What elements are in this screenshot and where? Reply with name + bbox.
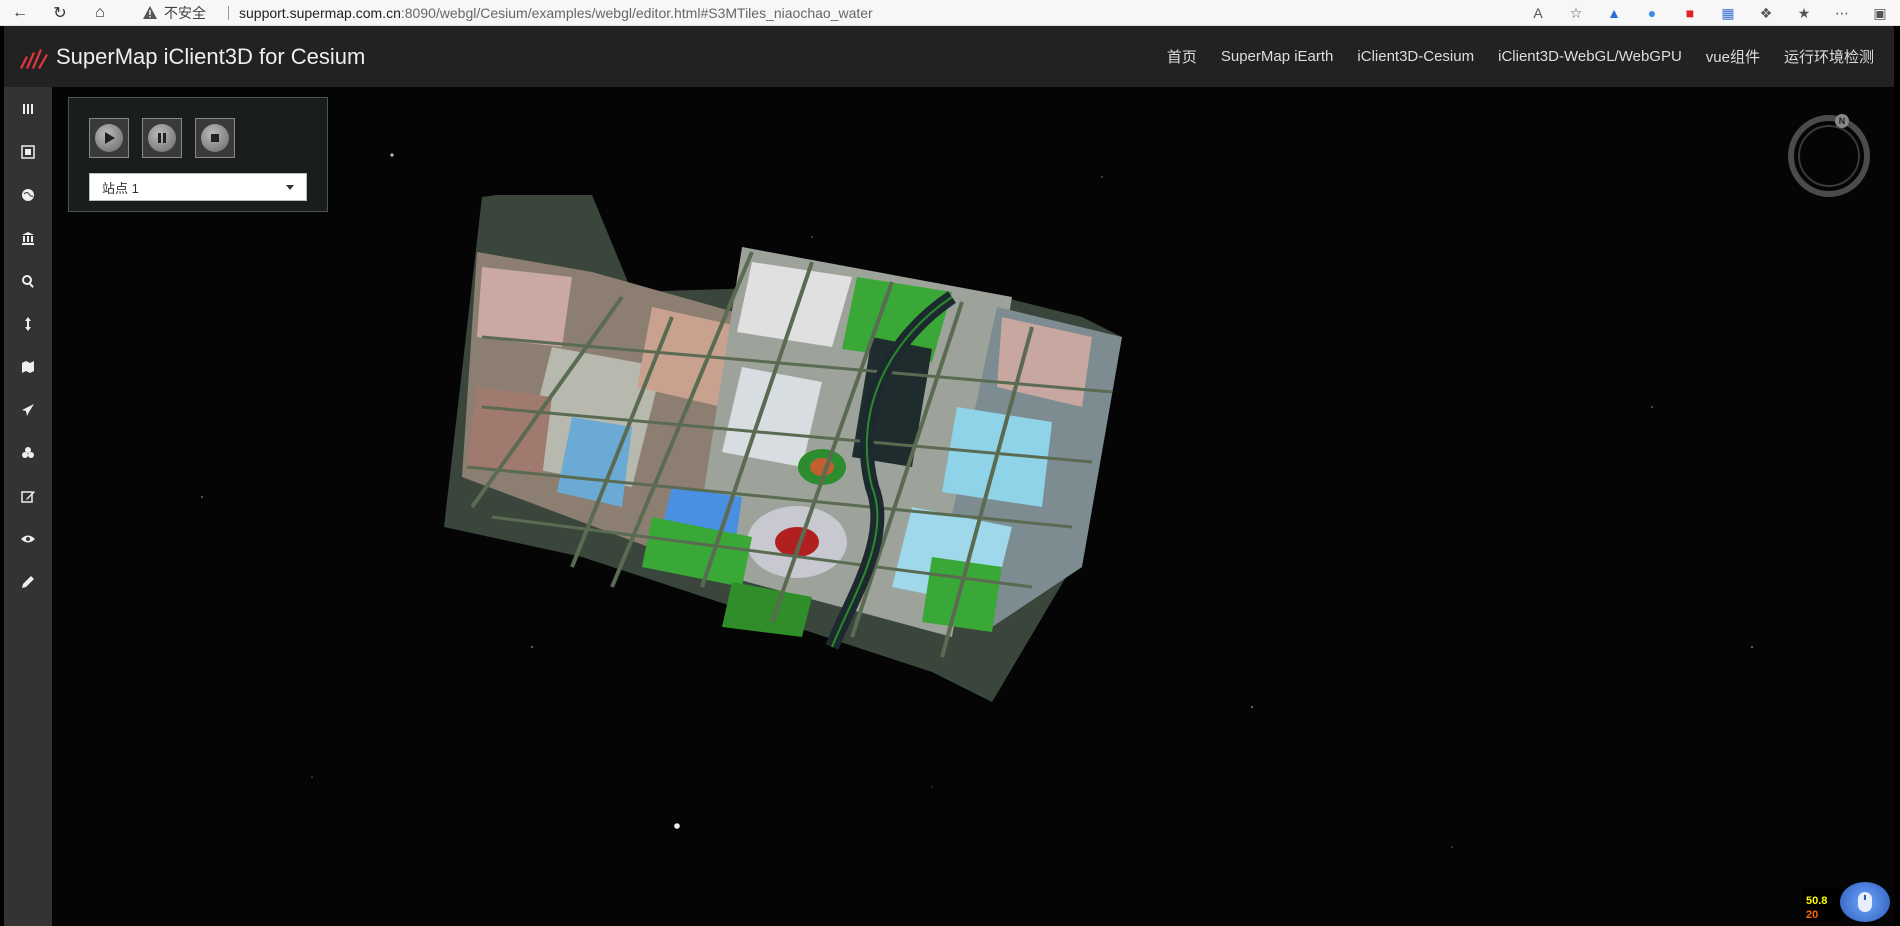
sidebar-toggle-icon[interactable]: ▣ [1870,3,1890,23]
sidebar [4,87,52,926]
compass-widget[interactable]: N [1786,113,1872,199]
nav-iclient3d-webgl[interactable]: iClient3D-WebGL/WebGPU [1498,48,1682,65]
url-host: support.supermap.com.cn [239,5,401,21]
mouse-icon [1858,892,1872,912]
mouse-hint-icon[interactable] [1840,882,1890,922]
security-warning[interactable]: 不安全 [142,3,206,23]
fps-counter: 50.8 20 [1802,888,1842,922]
city-3d-model [444,195,1122,702]
nav-vue-components[interactable]: vue组件 [1706,46,1760,67]
starfield-background [201,153,1753,848]
stop-icon [211,134,219,142]
extension-icon[interactable]: ● [1642,3,1662,23]
nav-home[interactable]: 首页 [1167,46,1197,67]
analysis-icon [22,446,34,458]
nav-env-check[interactable]: 运行环境检测 [1784,46,1874,67]
sidebar-item-edit[interactable] [4,474,52,517]
extension-icon[interactable]: ▲ [1604,3,1624,23]
extensions-puzzle-icon[interactable]: ❖ [1756,3,1776,23]
home-icon[interactable]: ⌂ [80,0,120,26]
favorites-icon[interactable]: ★ [1794,3,1814,23]
fly-icon [22,403,34,416]
scene-control-panel: 站点 1 [68,97,328,212]
play-button[interactable] [89,118,129,158]
pause-icon [158,133,166,143]
sidebar-item-layers[interactable] [4,130,52,173]
sidebar-item-menu[interactable] [4,87,52,130]
security-label: 不安全 [164,5,206,21]
read-aloud-icon[interactable]: A [1528,3,1548,23]
more-icon[interactable]: ⋯ [1832,3,1852,23]
warning-icon [143,6,157,19]
stop-button[interactable] [195,118,235,158]
logo[interactable]: SuperMap iClient3D for Cesium [18,44,365,70]
chevron-down-icon [286,185,294,190]
map-icon [22,360,34,373]
sidebar-item-globe[interactable] [4,173,52,216]
pause-button[interactable] [142,118,182,158]
sidebar-item-map[interactable] [4,345,52,388]
sidebar-item-draw[interactable] [4,560,52,603]
qr-code-icon[interactable]: ▦ [1718,3,1738,23]
back-icon[interactable]: ← [0,0,40,26]
sidebar-item-fly[interactable] [4,388,52,431]
sidebar-item-building[interactable] [4,216,52,259]
fps-value: 50.8 [1806,895,1828,907]
address-bar[interactable]: 不安全 support.supermap.com.cn:8090/webgl/C… [142,0,1542,26]
supermap-logo-icon [20,48,48,69]
svg-text:N: N [1839,116,1846,126]
page-title: SuperMap iClient3D for Cesium [56,43,366,69]
extension-icon[interactable]: ■ [1680,3,1700,23]
favorite-star-icon[interactable]: ☆ [1566,3,1586,23]
measure-icon [25,316,31,331]
map-viewport[interactable]: 站点 1 N 50.8 20 [52,87,1894,926]
app-container: SuperMap iClient3D for Cesium 首页 SuperMa… [4,26,1894,926]
play-icon [105,132,115,144]
browser-toolbar: ← ↻ ⌂ 不安全 support.supermap.com.cn:8090/w… [0,0,1900,26]
nav-iearth[interactable]: SuperMap iEarth [1221,48,1334,65]
search-icon [22,274,34,288]
building-icon [22,231,34,245]
sidebar-item-analysis[interactable] [4,431,52,474]
view-icon [21,535,35,542]
menu-bars-icon [23,103,33,114]
station-select-value: 站点 1 [102,180,139,196]
nav-iclient3d-cesium[interactable]: iClient3D-Cesium [1357,48,1474,65]
top-nav: 首页 SuperMap iEarth iClient3D-Cesium iCli… [1167,26,1874,87]
sidebar-item-view[interactable] [4,517,52,560]
frame-ms-value: 20 [1806,909,1819,921]
app-header: SuperMap iClient3D for Cesium 首页 SuperMa… [4,26,1894,87]
refresh-icon[interactable]: ↻ [40,0,80,26]
draw-icon [22,575,34,588]
sidebar-item-search[interactable] [4,259,52,302]
sidebar-item-measure[interactable] [4,302,52,345]
station-select[interactable]: 站点 1 [89,173,307,201]
edit-icon [21,490,35,503]
layers-icon [21,144,35,159]
globe-icon [22,188,34,201]
url-path: :8090/webgl/Cesium/examples/webgl/editor… [400,5,873,21]
